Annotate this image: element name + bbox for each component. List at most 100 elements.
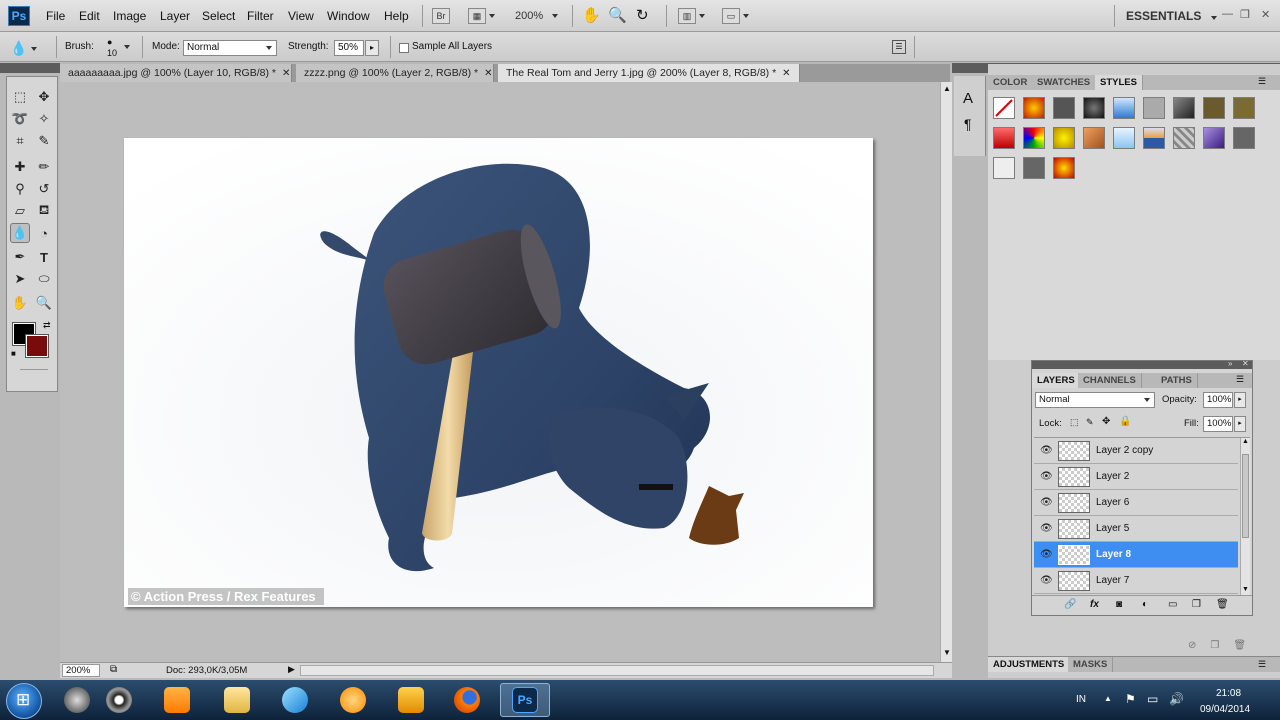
style-swatch[interactable]: [1083, 97, 1105, 119]
swap-colors-icon[interactable]: ⇄: [43, 320, 51, 331]
dock-collapse-strip[interactable]: [952, 63, 988, 73]
paint-bucket-tool-icon[interactable]: ⛾: [34, 201, 54, 221]
tab-paths[interactable]: PATHS: [1156, 373, 1198, 388]
lock-transparency-icon[interactable]: ⬚: [1070, 417, 1079, 428]
style-swatch-none[interactable]: [993, 97, 1015, 119]
document-tab-active[interactable]: The Real Tom and Jerry 1.jpg @ 200% (Lay…: [498, 64, 800, 82]
document-tab[interactable]: aaaaaaaaa.jpg @ 100% (Layer 10, RGB/8) *…: [60, 64, 292, 82]
document-tab[interactable]: zzzz.png @ 100% (Layer 2, RGB/8) * ✕: [296, 64, 494, 82]
menu-layer[interactable]: Layer: [160, 9, 190, 23]
close-icon[interactable]: ✕: [782, 68, 790, 79]
taskbar-app[interactable]: [328, 683, 378, 717]
panel-menu-icon[interactable]: ☰: [1258, 76, 1266, 87]
horizontal-scrollbar[interactable]: [300, 665, 934, 676]
fill-slider-button[interactable]: ▸: [1234, 416, 1246, 432]
style-swatch[interactable]: [993, 127, 1015, 149]
style-swatch[interactable]: [1023, 97, 1045, 119]
style-swatch[interactable]: [1173, 97, 1195, 119]
strength-slider-button[interactable]: ▸: [365, 40, 379, 56]
delete-layer-icon[interactable]: 🗑: [1216, 599, 1229, 610]
tab-channels[interactable]: CHANNELS: [1078, 373, 1142, 388]
layer-row[interactable]: 👁 Layer 2: [1034, 464, 1238, 490]
clock-date[interactable]: 09/04/2014: [1200, 704, 1250, 715]
screen-mode-button[interactable]: ▭: [722, 7, 749, 25]
new-group-icon[interactable]: ▭: [1168, 599, 1177, 610]
blend-mode-select[interactable]: Normal: [1035, 392, 1155, 408]
tab-layers[interactable]: LAYERS: [1032, 373, 1081, 388]
eye-icon[interactable]: 👁: [1040, 497, 1053, 508]
brush-picker[interactable]: ● 10: [104, 37, 134, 59]
panel-menu-icon[interactable]: ☰: [1236, 374, 1244, 385]
eye-icon[interactable]: 👁: [1040, 445, 1053, 456]
eye-icon[interactable]: 👁: [1040, 523, 1053, 534]
hand-tool-icon[interactable]: ✋: [582, 6, 601, 24]
layer-row[interactable]: 👁 Layer 6: [1034, 490, 1238, 516]
close-icon[interactable]: ✕: [484, 68, 492, 79]
marquee-tool-icon[interactable]: ⬚: [10, 87, 30, 107]
taskbar-app[interactable]: [386, 683, 436, 717]
pen-tool-icon[interactable]: ✒: [10, 247, 30, 267]
layer-row-selected[interactable]: 👁 Layer 8: [1034, 542, 1238, 568]
scroll-up-icon[interactable]: ▲: [1242, 438, 1249, 445]
magic-wand-tool-icon[interactable]: ✧: [34, 109, 54, 129]
styles-footer-icons[interactable]: ⊘❐🗑: [1188, 640, 1260, 651]
dodge-tool-icon[interactable]: ◔: [34, 223, 54, 243]
layers-panel-header[interactable]: » ✕: [1032, 359, 1252, 369]
panel-toggle-icon[interactable]: ☰: [892, 40, 906, 54]
eraser-tool-icon[interactable]: ▱: [10, 201, 30, 221]
zoom-level-input[interactable]: 200%: [62, 664, 100, 677]
history-brush-tool-icon[interactable]: ↺: [34, 179, 54, 199]
menu-select[interactable]: Select: [202, 9, 235, 23]
arrange-documents-button[interactable]: ▥: [678, 7, 705, 25]
rotate-view-icon[interactable]: ↻: [636, 6, 649, 24]
style-swatch[interactable]: [1053, 157, 1075, 179]
layer-row[interactable]: 👁 Layer 5: [1034, 516, 1238, 542]
start-button[interactable]: ⊞: [6, 683, 42, 719]
menu-help[interactable]: Help: [384, 9, 409, 23]
clone-stamp-tool-icon[interactable]: ⚲: [10, 179, 30, 199]
network-icon[interactable]: ▭: [1147, 692, 1158, 706]
lock-pixels-icon[interactable]: ✎: [1086, 417, 1094, 428]
blur-tool-icon[interactable]: 💧: [10, 223, 30, 243]
style-swatch[interactable]: [1233, 97, 1255, 119]
adjustment-layer-icon[interactable]: ◐: [1142, 599, 1148, 610]
style-swatch[interactable]: [1113, 97, 1135, 119]
style-swatch[interactable]: [1053, 127, 1075, 149]
style-swatch[interactable]: [1143, 127, 1165, 149]
path-selection-tool-icon[interactable]: ➤: [10, 269, 30, 289]
lock-all-icon[interactable]: 🔒: [1119, 416, 1131, 427]
fill-input[interactable]: 100%: [1203, 416, 1233, 432]
strength-input[interactable]: 50%: [334, 40, 364, 56]
eye-icon[interactable]: 👁: [1040, 575, 1053, 586]
collapse-icon[interactable]: »: [1228, 359, 1232, 368]
taskbar-app[interactable]: [442, 683, 492, 717]
zoom-tool-icon[interactable]: 🔍: [34, 293, 54, 313]
scroll-down-icon[interactable]: ▼: [943, 648, 951, 657]
opacity-input[interactable]: 100%: [1203, 392, 1233, 408]
new-layer-icon[interactable]: ❐: [1192, 599, 1201, 610]
scroll-thumb[interactable]: [1242, 454, 1249, 538]
style-swatch[interactable]: [1203, 97, 1225, 119]
taskbar-app-photoshop-active[interactable]: Ps: [500, 683, 550, 717]
layer-style-icon[interactable]: fx: [1090, 599, 1099, 610]
layers-scrollbar[interactable]: ▲ ▼: [1240, 438, 1250, 595]
style-swatch[interactable]: [1053, 97, 1075, 119]
tools-collapse-strip[interactable]: [0, 63, 60, 73]
eye-icon[interactable]: 👁: [1040, 549, 1053, 560]
document-canvas[interactable]: © Action Press / Rex Features: [124, 138, 873, 607]
style-swatch[interactable]: [1203, 127, 1225, 149]
vertical-scrollbar[interactable]: ▲ ▼: [940, 82, 952, 662]
move-tool-icon[interactable]: ✥: [34, 87, 54, 107]
menu-file[interactable]: File: [46, 9, 65, 23]
tray-expand-icon[interactable]: ▲: [1104, 694, 1112, 703]
restore-button[interactable]: ❐: [1240, 8, 1250, 21]
layer-row[interactable]: 👁 Layer 7: [1034, 568, 1238, 594]
menu-image[interactable]: Image: [113, 9, 146, 23]
zoom-tool-icon[interactable]: 🔍: [608, 6, 627, 24]
status-menu-icon[interactable]: ▶: [288, 664, 295, 675]
add-mask-icon[interactable]: ◙: [1116, 599, 1122, 610]
tab-swatches[interactable]: SWATCHES: [1032, 75, 1097, 90]
mode-select[interactable]: Normal: [183, 40, 277, 56]
tab-adjustments[interactable]: ADJUSTMENTS: [988, 657, 1071, 672]
language-indicator[interactable]: IN: [1076, 694, 1086, 705]
